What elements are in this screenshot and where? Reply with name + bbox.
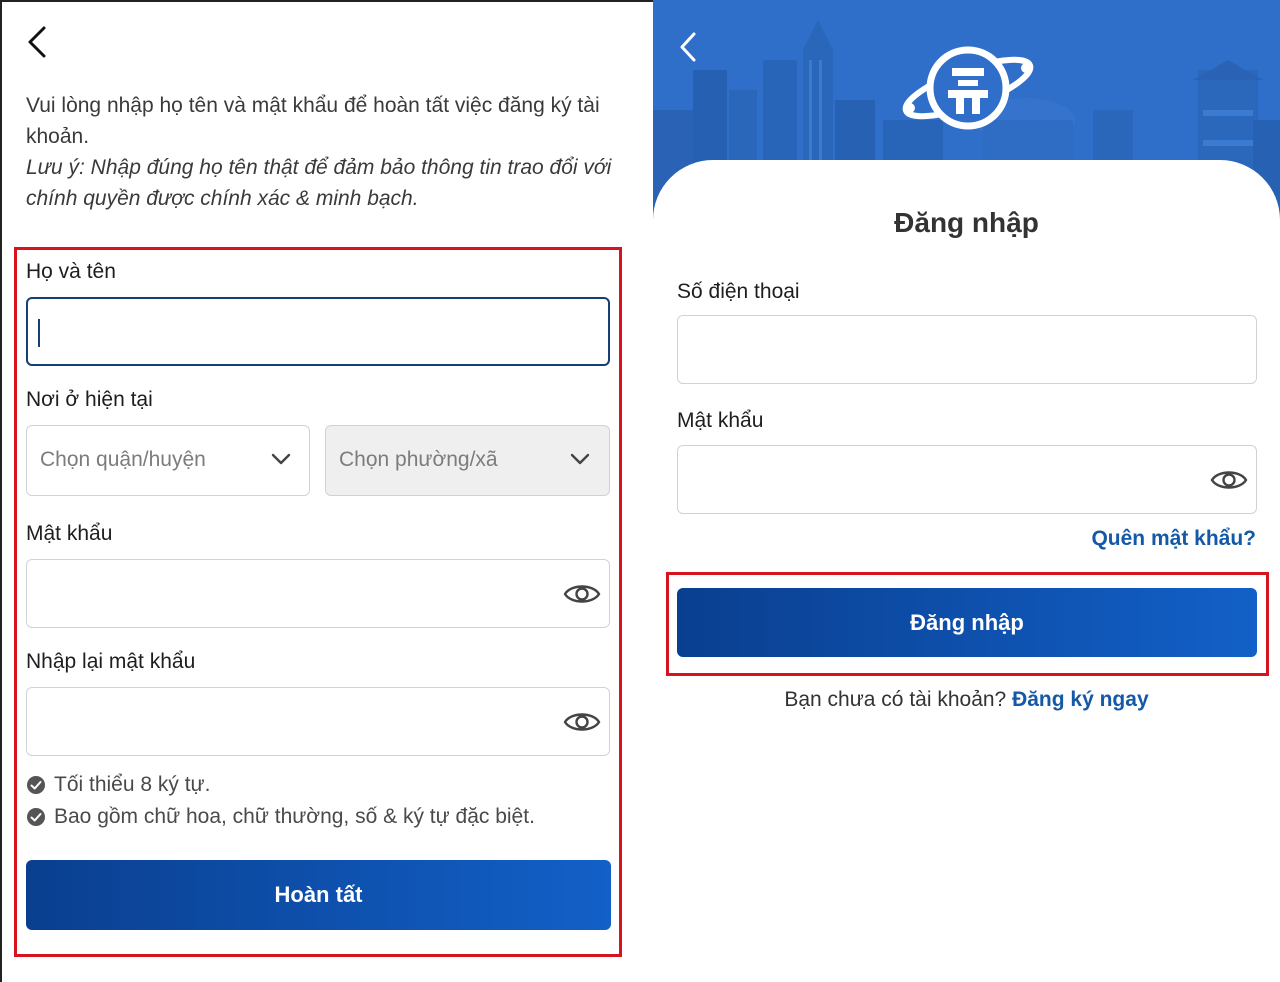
fullname-input[interactable] [26, 297, 610, 366]
chevron-left-icon [680, 32, 696, 62]
residence-label: Nơi ở hiện tại [26, 388, 153, 411]
confirm-password-label: Nhập lại mật khẩu [26, 650, 196, 673]
back-button[interactable] [24, 24, 52, 60]
fullname-label: Họ và tên [26, 260, 116, 283]
district-placeholder: Chọn quận/huyện [40, 448, 206, 471]
eye-icon[interactable] [563, 581, 601, 607]
text-caret [38, 319, 40, 347]
back-button[interactable] [677, 30, 701, 64]
phone-label: Số điện thoại [677, 280, 800, 303]
password-label: Mật khẩu [677, 409, 764, 432]
check-circle-icon [27, 776, 45, 794]
password-rule-text: Bao gồm chữ hoa, chữ thường, số & ký tự … [54, 805, 535, 828]
hanoi-emblem-icon [902, 46, 1034, 130]
phone-input[interactable] [677, 315, 1257, 384]
login-panel: Đăng nhập Số điện thoại Mật khẩu Quên mậ… [653, 0, 1280, 982]
confirm-password-input[interactable] [26, 687, 610, 756]
check-circle-icon [27, 808, 45, 826]
login-button[interactable]: Đăng nhập [677, 588, 1257, 657]
note-text: Lưu ý: Nhập đúng họ tên thật để đảm bảo … [26, 156, 612, 210]
complete-button[interactable]: Hoàn tất [26, 860, 611, 930]
chevron-down-icon [271, 453, 291, 465]
eye-icon[interactable] [1210, 467, 1248, 493]
signup-row: Bạn chưa có tài khoản? Đăng ký ngay [653, 688, 1280, 712]
district-select[interactable]: Chọn quận/huyện [26, 425, 310, 496]
chevron-left-icon [28, 26, 46, 58]
login-title: Đăng nhập [894, 207, 1039, 238]
register-panel: Vui lòng nhập họ tên và mật khẩu để hoàn… [0, 0, 653, 982]
password-rule-text: Tối thiểu 8 ký tự. [54, 773, 211, 796]
password-rule: Tối thiểu 8 ký tự. [26, 773, 210, 797]
eye-icon[interactable] [563, 709, 601, 735]
intro-text: Vui lòng nhập họ tên và mật khẩu để hoàn… [26, 94, 600, 148]
intro-block: Vui lòng nhập họ tên và mật khẩu để hoàn… [26, 90, 626, 214]
chevron-down-icon [570, 453, 590, 465]
no-account-text: Bạn chưa có tài khoản? [784, 688, 1007, 711]
password-rule: Bao gồm chữ hoa, chữ thường, số & ký tự … [26, 805, 535, 829]
password-input[interactable] [26, 559, 610, 628]
forgot-password-link[interactable]: Quên mật khẩu? [1091, 527, 1256, 551]
password-input[interactable] [677, 445, 1257, 514]
ward-placeholder: Chọn phường/xã [339, 448, 498, 471]
password-label: Mật khẩu [26, 522, 113, 545]
signup-link[interactable]: Đăng ký ngay [1012, 688, 1149, 711]
ward-select[interactable]: Chọn phường/xã [325, 425, 610, 496]
